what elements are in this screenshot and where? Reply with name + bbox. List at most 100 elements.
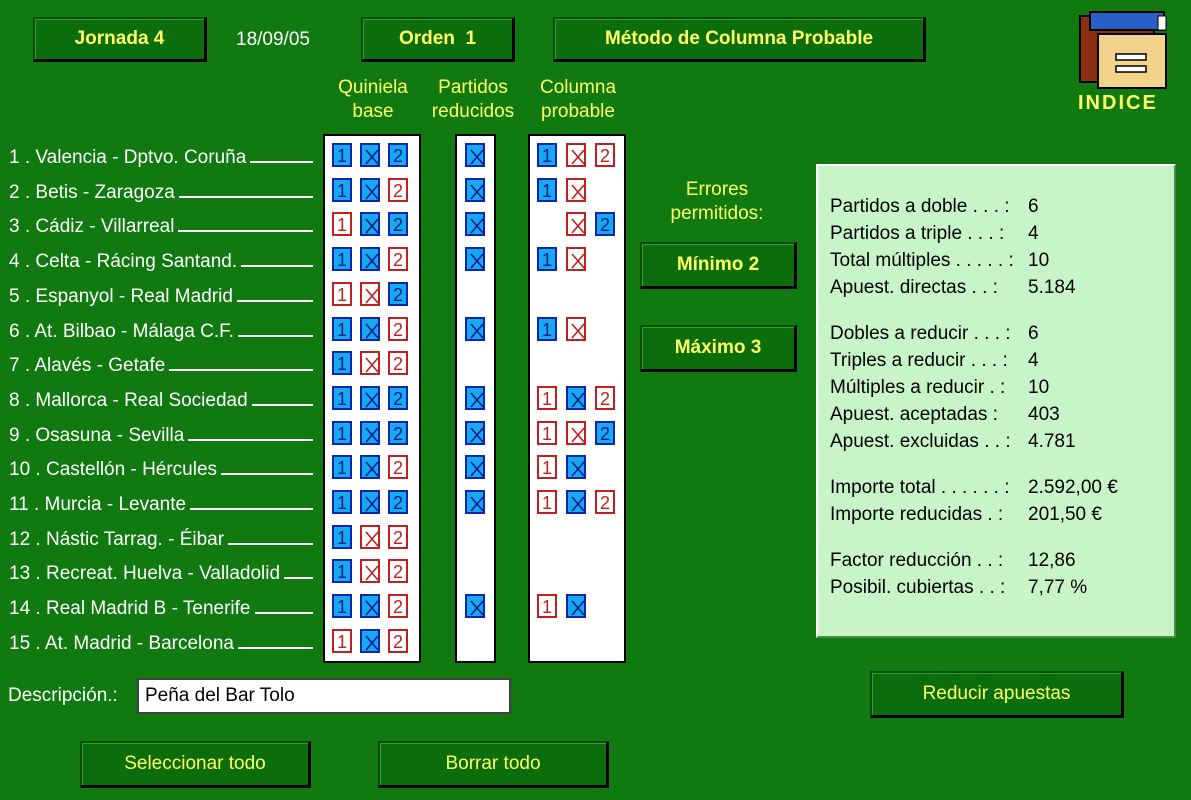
probable-cell-2[interactable]: 2	[595, 212, 615, 236]
base-cell-x[interactable]	[360, 490, 380, 514]
reduced-cell-x[interactable]	[465, 421, 485, 445]
base-cell-1[interactable]: 1	[332, 247, 352, 271]
base-cell-1[interactable]: 1	[332, 351, 352, 375]
description-input[interactable]	[137, 678, 511, 714]
base-cell-x[interactable]	[360, 143, 380, 167]
probable-cell-1[interactable]: 1	[537, 317, 557, 341]
probable-cell-1[interactable]: 1	[537, 455, 557, 479]
base-cell-1[interactable]: 1	[332, 178, 352, 202]
max-errors-button[interactable]: Máximo 3	[640, 325, 797, 372]
probable-cell-1[interactable]: 1	[537, 490, 557, 514]
base-cell-2[interactable]: 2	[388, 594, 408, 618]
reduced-cell-x[interactable]	[465, 490, 485, 514]
probable-cell-2[interactable]: 2	[595, 490, 615, 514]
reduced-cell-x[interactable]	[465, 143, 485, 167]
probable-cell-1[interactable]: 1	[537, 247, 557, 271]
probable-cell-x[interactable]	[566, 247, 586, 271]
probable-cell-1[interactable]: 1	[537, 143, 557, 167]
probable-cell-x[interactable]	[566, 421, 586, 445]
reduced-cell-x[interactable]	[465, 178, 485, 202]
base-cell-x[interactable]	[360, 594, 380, 618]
base-cell-x[interactable]	[360, 247, 380, 271]
base-cell-x[interactable]	[360, 559, 380, 583]
leader-line	[250, 147, 314, 163]
probable-cell-2[interactable]: 2	[595, 421, 615, 445]
reduced-cell-x[interactable]	[465, 594, 485, 618]
probable-cell-2[interactable]: 2	[595, 143, 615, 167]
method-button[interactable]: Método de Columna Probable	[553, 17, 926, 62]
base-cell-x[interactable]	[360, 317, 380, 341]
probable-cell-1[interactable]: 1	[537, 421, 557, 445]
probable-cell-x[interactable]	[566, 317, 586, 341]
match-label: 3 . Cádiz - Villarreal	[9, 216, 175, 237]
base-cell-x[interactable]	[360, 178, 380, 202]
base-cell-1[interactable]: 1	[332, 559, 352, 583]
base-cell-x[interactable]	[360, 421, 380, 445]
stat-row: Partidos a triple . . . : 4	[830, 221, 1039, 247]
min-errors-button[interactable]: Mínimo 2	[640, 242, 797, 289]
base-cell-1[interactable]: 1	[332, 490, 352, 514]
probable-cell-1[interactable]: 1	[537, 386, 557, 410]
index-button[interactable]: INDICE	[1074, 10, 1174, 120]
reduced-cell-x[interactable]	[465, 247, 485, 271]
probable-cell-1[interactable]: 1	[537, 178, 557, 202]
base-cell-1[interactable]: 1	[332, 317, 352, 341]
leader-line	[254, 598, 313, 614]
base-cell-1[interactable]: 1	[332, 386, 352, 410]
probable-cell-2[interactable]: 2	[595, 386, 615, 410]
match-label: 7 . Alavés - Getafe	[9, 355, 166, 376]
index-label: INDICE	[1078, 92, 1158, 114]
stat-value: 4	[1028, 350, 1039, 371]
probable-cell-x[interactable]	[566, 212, 586, 236]
base-cell-x[interactable]	[360, 282, 380, 306]
base-cell-1[interactable]: 1	[332, 143, 352, 167]
reduced-cell-x[interactable]	[465, 212, 485, 236]
orden-button[interactable]: Orden 1	[361, 17, 515, 62]
probable-cell-x[interactable]	[566, 178, 586, 202]
match-row: 10 . Castellón - Hércules	[9, 458, 315, 482]
base-cell-1[interactable]: 1	[332, 212, 352, 236]
base-cell-2[interactable]: 2	[388, 386, 408, 410]
base-cell-2[interactable]: 2	[388, 212, 408, 236]
probable-cell-x[interactable]	[566, 455, 586, 479]
base-cell-2[interactable]: 2	[388, 282, 408, 306]
base-cell-2[interactable]: 2	[388, 629, 408, 653]
base-cell-1[interactable]: 1	[332, 455, 352, 479]
reduced-cell-x[interactable]	[465, 317, 485, 341]
base-cell-1[interactable]: 1	[332, 525, 352, 549]
base-cell-1[interactable]: 1	[332, 282, 352, 306]
base-cell-1[interactable]: 1	[332, 421, 352, 445]
clear-all-button[interactable]: Borrar todo	[378, 741, 609, 788]
errors-title: Errores permitidos:	[670, 179, 764, 224]
base-cell-2[interactable]: 2	[388, 559, 408, 583]
base-cell-2[interactable]: 2	[388, 178, 408, 202]
stat-row: Importe reducidas . : 201,50 €	[830, 502, 1102, 528]
reduce-bets-button[interactable]: Reducir apuestas	[870, 671, 1124, 718]
base-cell-2[interactable]: 2	[388, 490, 408, 514]
base-cell-2[interactable]: 2	[388, 455, 408, 479]
probable-cell-x[interactable]	[566, 143, 586, 167]
base-cell-x[interactable]	[360, 455, 380, 479]
base-cell-2[interactable]: 2	[388, 525, 408, 549]
probable-cell-x[interactable]	[566, 490, 586, 514]
base-cell-x[interactable]	[360, 351, 380, 375]
select-all-button[interactable]: Seleccionar todo	[80, 741, 311, 788]
stat-row: Dobles a reducir . . . : 6	[830, 321, 1039, 347]
base-cell-1[interactable]: 1	[332, 594, 352, 618]
probable-cell-x[interactable]	[566, 386, 586, 410]
base-cell-2[interactable]: 2	[388, 317, 408, 341]
base-cell-2[interactable]: 2	[388, 351, 408, 375]
reduced-cell-x[interactable]	[465, 386, 485, 410]
base-cell-1[interactable]: 1	[332, 629, 352, 653]
base-cell-x[interactable]	[360, 629, 380, 653]
base-cell-x[interactable]	[360, 212, 380, 236]
base-cell-2[interactable]: 2	[388, 143, 408, 167]
base-cell-x[interactable]	[360, 525, 380, 549]
probable-cell-1[interactable]: 1	[537, 594, 557, 618]
jornada-button[interactable]: Jornada 4	[33, 17, 207, 62]
base-cell-x[interactable]	[360, 386, 380, 410]
base-cell-2[interactable]: 2	[388, 247, 408, 271]
probable-cell-x[interactable]	[566, 594, 586, 618]
base-cell-2[interactable]: 2	[388, 421, 408, 445]
reduced-cell-x[interactable]	[465, 455, 485, 479]
